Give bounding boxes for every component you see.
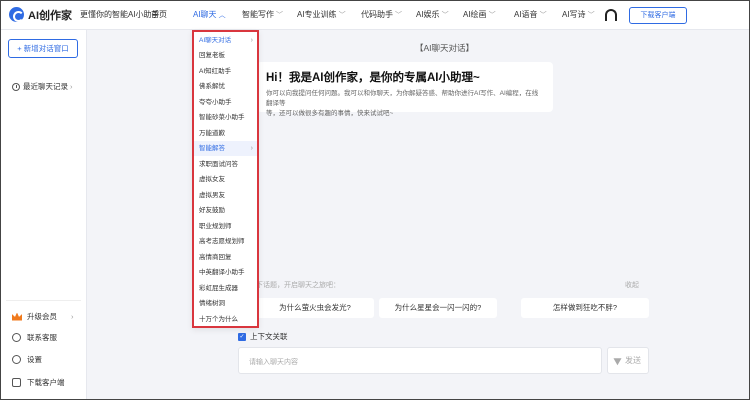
- welcome-card: Hi！我是AI创作家，是你的专属AI小助理~ 你可以向我提问任何问题。我可以和你…: [257, 62, 553, 117]
- dropdown-item[interactable]: 智能砂菜小助手: [193, 110, 258, 125]
- dropdown-item[interactable]: 回复老板: [193, 48, 258, 63]
- dropdown-item[interactable]: 彩虹屁生成器: [193, 281, 258, 296]
- logo-icon: [9, 7, 24, 22]
- screenshot-frame: [0, 0, 750, 400]
- dropdown-item[interactable]: 高情商回复: [193, 250, 258, 265]
- recent-chats[interactable]: 最近聊天记录 ›: [12, 81, 73, 92]
- dropdown-item[interactable]: 职业规划师: [193, 219, 258, 234]
- nav-ai-entertainment[interactable]: AI娱乐 ﹀: [416, 0, 449, 30]
- dropdown-item[interactable]: 夸夸小助手: [193, 95, 258, 110]
- dropdown-item[interactable]: 中英翻译小助手: [193, 265, 258, 280]
- collapse-link[interactable]: 收起: [625, 280, 639, 290]
- chevron-right-icon: ›: [250, 37, 253, 44]
- new-chat-button[interactable]: + 新增对话窗口: [8, 39, 78, 58]
- download-client-button[interactable]: 下载客户端: [629, 7, 687, 24]
- dropdown-item[interactable]: 万能道歉: [193, 126, 258, 141]
- chat-input[interactable]: 请输入聊天内容: [238, 347, 602, 374]
- sidebar-item-support[interactable]: 联系客服: [12, 332, 57, 343]
- dropdown-item[interactable]: AI聊天对话 ›: [193, 33, 258, 48]
- chevron-down-icon: ﹀: [441, 12, 449, 19]
- chevron-right-icon: ›: [250, 145, 253, 152]
- headset-icon[interactable]: [605, 9, 617, 21]
- logo-text: AI创作家: [28, 9, 72, 22]
- chevron-down-icon: ﹀: [587, 12, 595, 19]
- nav-smart-writing[interactable]: 智能写作 ﹀: [242, 0, 283, 30]
- send-icon: [613, 354, 624, 366]
- chevron-down-icon: ﹀: [539, 12, 547, 19]
- sidebar-item-settings[interactable]: 设置: [12, 354, 42, 365]
- dropdown-item[interactable]: 好友鼓励: [193, 203, 258, 218]
- chevron-down-icon: ﹀: [276, 12, 283, 19]
- logo[interactable]: AI创作家: [9, 7, 72, 23]
- welcome-text-1: 你可以向我提问任何问题。我可以和你聊天，为你解疑答惑、帮助你进行AI写作、AI编…: [266, 90, 539, 107]
- nav-home[interactable]: 首页: [151, 0, 167, 30]
- checkbox-checked-icon[interactable]: ✓: [238, 332, 246, 341]
- dropdown-item[interactable]: 佛系解忧: [193, 79, 258, 94]
- nav-ai-voice[interactable]: AI语音 ﹀: [514, 0, 547, 30]
- chevron-down-icon: ﹀: [395, 12, 402, 19]
- monitor-icon: [12, 378, 21, 387]
- nav-ai-training[interactable]: AI专业训练 ﹀: [297, 0, 346, 30]
- chevron-up-icon: ︿: [218, 12, 226, 19]
- nav-ai-chat[interactable]: AI聊天 ︿: [193, 0, 226, 30]
- divider: [6, 300, 81, 301]
- dropdown-item[interactable]: 高考志愿规划师: [193, 234, 258, 249]
- nav-code-assistant[interactable]: 代码助手 ﹀: [361, 0, 402, 30]
- dropdown-item[interactable]: 情绪树洞: [193, 296, 258, 311]
- dropdown-item[interactable]: 十万个为什么: [193, 312, 258, 327]
- support-icon: [12, 333, 21, 342]
- slogan: 更懂你的智能AI小助手: [80, 10, 160, 19]
- chevron-down-icon: ﹀: [488, 12, 496, 19]
- chevron-down-icon: ﹀: [338, 12, 346, 19]
- welcome-text-2: 等，还可以做很多有趣的事情，快来试试吧~: [266, 110, 394, 117]
- suggestion-button[interactable]: 为什么星星会一闪一闪的?: [379, 298, 497, 318]
- context-toggle[interactable]: ✓ 上下文关联: [238, 331, 288, 342]
- gear-icon: [12, 355, 21, 364]
- send-button[interactable]: 发送: [607, 347, 649, 374]
- sidebar-item-download[interactable]: 下载客户端: [12, 377, 65, 388]
- dropdown-item[interactable]: 求职面试问答: [193, 157, 258, 172]
- nav-ai-painting[interactable]: AI绘画 ﹀: [463, 0, 496, 30]
- top-navbar: AI创作家 更懂你的智能AI小助手 首页 AI聊天 ︿ 智能写作 ﹀ AI专业训练 ﹀…: [0, 0, 750, 30]
- sidebar: + 新增对话窗口 最近聊天记录 › 升级会员 › 联系客服 设置 下载客户端: [0, 30, 87, 400]
- dropdown-item[interactable]: 虚拟女友: [193, 172, 258, 187]
- suggestion-button[interactable]: 怎样做到狂吃不胖?: [521, 298, 649, 318]
- welcome-title: Hi！我是AI创作家，是你的专属AI小助理~: [266, 72, 480, 84]
- suggest-label: 下话题，开启聊天之旅吧：: [256, 282, 340, 289]
- sidebar-item-upgrade[interactable]: 升级会员 ›: [12, 311, 74, 322]
- nav-ai-poetry[interactable]: AI写诗 ﹀: [562, 0, 595, 30]
- suggestion-button[interactable]: 为什么萤火虫会发光?: [256, 298, 374, 318]
- dropdown-item[interactable]: AI知红助手: [193, 64, 258, 79]
- dropdown-item-active[interactable]: 智能解答 ›: [193, 141, 258, 156]
- crown-icon: [12, 312, 22, 321]
- chevron-right-icon: ›: [70, 82, 73, 91]
- ai-chat-dropdown: AI聊天对话 › 回复老板 AI知红助手 佛系解忧 夸夸小助手 智能砂菜小助手 万…: [192, 30, 259, 328]
- chevron-right-icon: ›: [71, 312, 74, 321]
- page-title: 【AI聊天对话】: [415, 43, 475, 53]
- dropdown-item[interactable]: 虚拟男友: [193, 188, 258, 203]
- clock-icon: [12, 82, 20, 91]
